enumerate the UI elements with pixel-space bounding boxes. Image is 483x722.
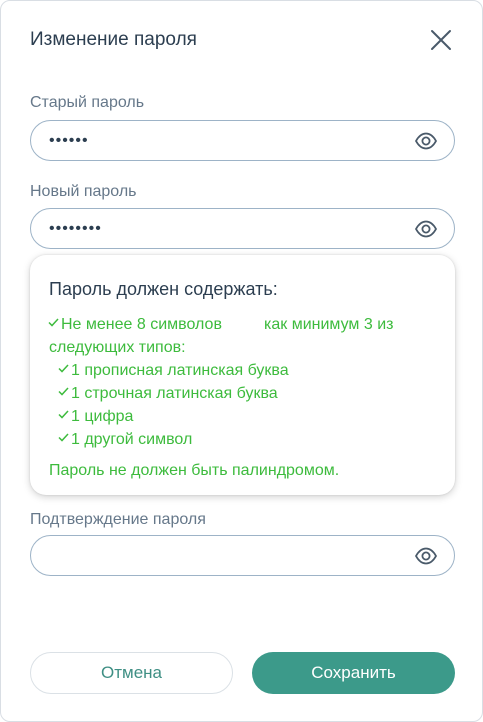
dialog-title: Изменение пароля bbox=[30, 29, 197, 50]
new-password-field bbox=[30, 208, 455, 249]
check-icon bbox=[58, 409, 69, 420]
old-password-label: Старый пароль bbox=[30, 94, 145, 111]
check-icon bbox=[58, 363, 69, 374]
eye-icon[interactable] bbox=[414, 129, 438, 153]
rule-min-chars: Не менее 8 символов bbox=[48, 316, 222, 334]
check-icon bbox=[48, 317, 59, 328]
new-password-label: Новый пароль bbox=[30, 183, 137, 200]
old-password-field bbox=[30, 120, 455, 161]
rule-at-least-3-line1: как минимум 3 из bbox=[264, 316, 394, 333]
check-icon bbox=[58, 432, 69, 443]
rule-palindrome: Пароль не должен быть палиндромом. bbox=[49, 462, 340, 479]
confirm-password-input[interactable] bbox=[49, 540, 414, 571]
rule-lowercase: 1 строчная латинская буква bbox=[58, 385, 278, 403]
eye-icon[interactable] bbox=[414, 217, 438, 241]
confirm-password-label: Подтверждение пароля bbox=[30, 511, 206, 528]
old-password-input[interactable] bbox=[49, 125, 414, 156]
cancel-button[interactable]: Отмена bbox=[30, 652, 233, 694]
save-button[interactable]: Сохранить bbox=[252, 652, 455, 694]
rules-title: Пароль должен содержать: bbox=[49, 279, 278, 299]
rule-at-least-3-line2: следующих типов: bbox=[49, 339, 186, 356]
close-icon[interactable] bbox=[426, 25, 456, 55]
password-rules-popover: Пароль должен содержать: Не менее 8 симв… bbox=[30, 255, 455, 495]
change-password-dialog: Изменение пароля Старый пароль Новый пар… bbox=[0, 0, 483, 722]
confirm-password-field bbox=[30, 535, 455, 576]
rule-special: 1 другой символ bbox=[58, 431, 192, 449]
rule-uppercase: 1 прописная латинская буква bbox=[58, 362, 289, 380]
rule-digit: 1 цифра bbox=[58, 408, 133, 426]
new-password-input[interactable] bbox=[49, 213, 414, 244]
eye-icon[interactable] bbox=[414, 544, 438, 568]
check-icon bbox=[58, 386, 69, 397]
